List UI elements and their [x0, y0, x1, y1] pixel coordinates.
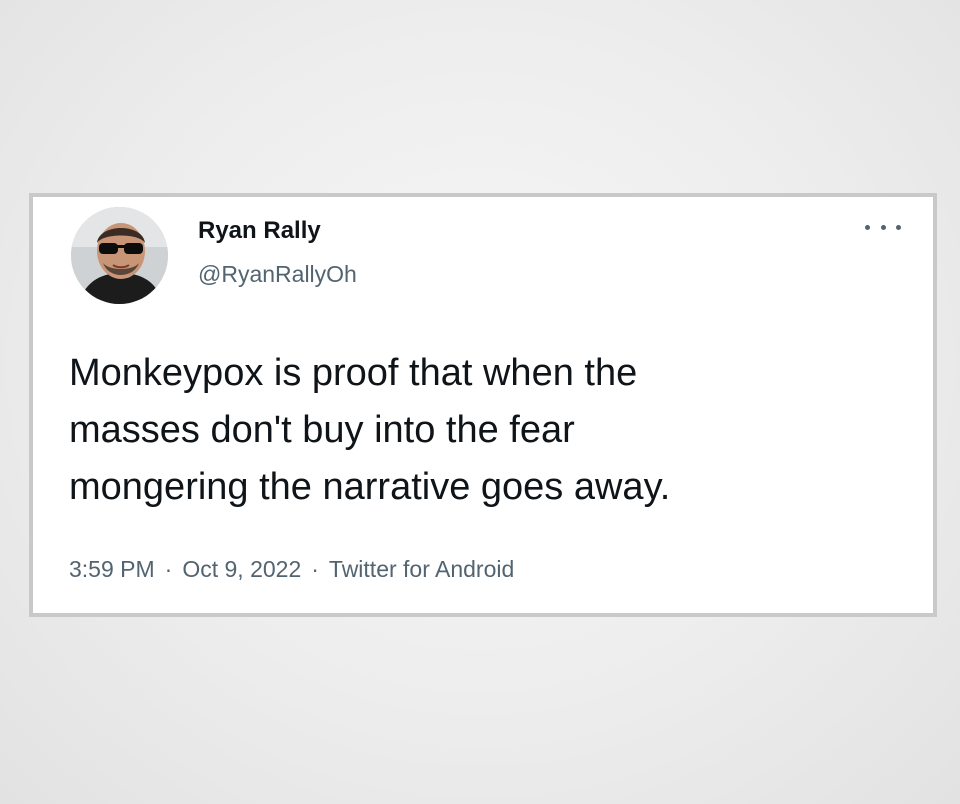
user-handle[interactable]: @RyanRallyOh	[198, 261, 357, 288]
separator: ·	[164, 556, 173, 582]
tweet-date[interactable]: Oct 9, 2022	[182, 556, 301, 582]
dot-icon	[880, 224, 886, 230]
separator: ·	[311, 556, 319, 582]
display-name[interactable]: Ryan Rally	[198, 217, 321, 245]
tweet-time[interactable]: 3:59 PM	[69, 556, 155, 582]
tweet-text: Monkeypox is proof that when the masses …	[69, 352, 671, 508]
tweet-source[interactable]: Twitter for Android	[329, 556, 514, 582]
tweet-metadata: 3:59 PM · Oct 9, 2022 · Twitter for Android	[69, 556, 514, 583]
tweet-card: Ryan Rally @RyanRallyOh Monkeypox is pro…	[29, 193, 937, 617]
more-options-icon[interactable]	[865, 217, 901, 237]
dot-icon	[896, 224, 901, 230]
dot-icon	[865, 224, 870, 230]
profile-photo-icon	[71, 207, 168, 304]
avatar[interactable]	[71, 207, 168, 304]
